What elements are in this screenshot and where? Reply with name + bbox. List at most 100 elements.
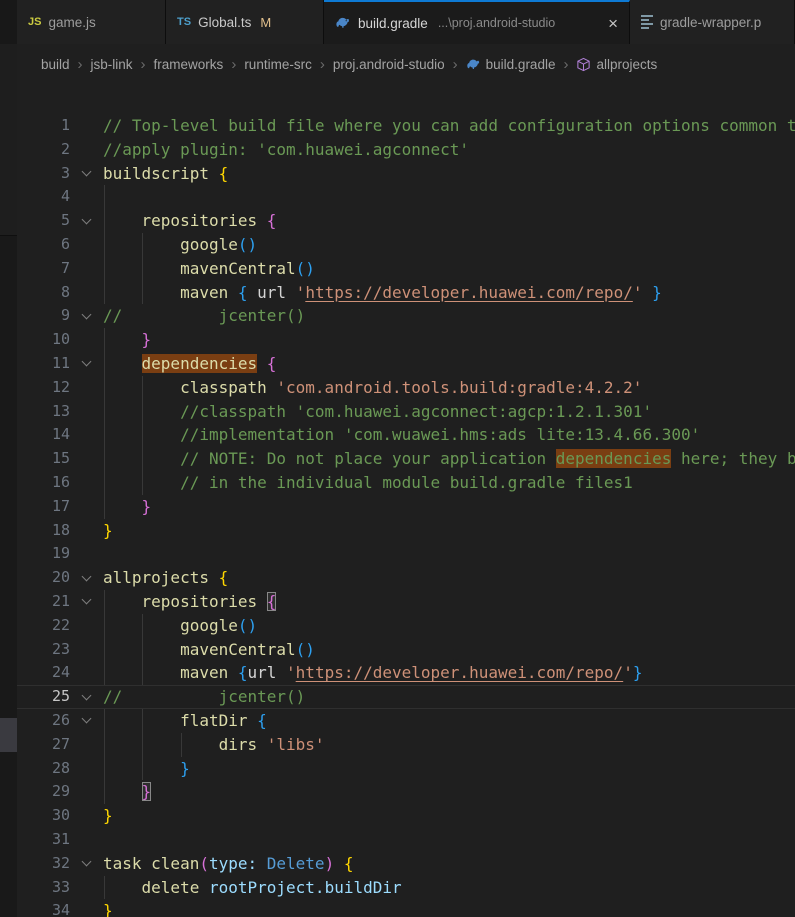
line-number[interactable]: 14 — [17, 423, 70, 447]
code-text[interactable]: } — [103, 756, 795, 781]
code-line[interactable]: 21 repositories { — [17, 589, 795, 614]
code-text[interactable]: } — [103, 899, 795, 917]
close-icon[interactable]: × — [608, 15, 618, 32]
code-line[interactable]: 4 — [17, 185, 795, 210]
code-text[interactable]: //apply plugin: 'com.huawei.agconnect' — [103, 138, 795, 162]
code-text[interactable]: mavenCentral() — [103, 637, 795, 662]
code-line[interactable]: 5 repositories { — [17, 209, 795, 233]
code-line[interactable]: 10 } — [17, 328, 795, 352]
code-text[interactable]: maven {url 'https://developer.huawei.com… — [103, 661, 795, 686]
line-number[interactable]: 3 — [17, 162, 70, 186]
line-number[interactable]: 32 — [17, 852, 70, 876]
line-number[interactable]: 11 — [17, 352, 70, 376]
tab-gradle-wrapper[interactable]: gradle-wrapper.p — [630, 0, 795, 44]
tab-build-gradle[interactable]: build.gradle ...\proj.android-studio × — [324, 0, 630, 44]
code-text[interactable] — [103, 828, 795, 852]
fold-chevron-icon[interactable] — [70, 590, 103, 614]
fold-chevron-icon[interactable] — [70, 685, 103, 709]
fold-chevron-icon[interactable] — [70, 566, 103, 590]
code-line[interactable]: 33 delete rootProject.buildDir — [17, 875, 795, 900]
code-line[interactable]: 9 // jcenter() — [17, 304, 795, 328]
line-number[interactable]: 7 — [17, 257, 70, 281]
line-number[interactable]: 29 — [17, 780, 70, 804]
code-text[interactable]: // Top-level build file where you can ad… — [103, 114, 795, 138]
line-number[interactable]: 21 — [17, 590, 70, 614]
fold-chevron-icon[interactable] — [70, 709, 103, 733]
code-text[interactable]: } — [103, 780, 795, 805]
code-text[interactable]: // NOTE: Do not place your application d… — [103, 447, 795, 471]
fold-chevron-icon[interactable] — [70, 162, 103, 186]
breadcrumb-item-file[interactable]: build.gradle — [466, 57, 555, 72]
code-text[interactable]: //classpath 'com.huawei.agconnect:agcp:1… — [103, 399, 795, 424]
code-line[interactable]: 28 } — [17, 756, 795, 781]
code-line[interactable]: 23 mavenCentral() — [17, 637, 795, 662]
code-text[interactable]: // in the individual module build.gradle… — [103, 470, 795, 495]
code-text[interactable]: classpath 'com.android.tools.build:gradl… — [103, 375, 795, 400]
line-number[interactable]: 18 — [17, 519, 70, 543]
code-line[interactable]: 27 dirs 'libs' — [17, 732, 795, 757]
code-line[interactable]: 24 maven {url 'https://developer.huawei.… — [17, 661, 795, 686]
left-panel-scrollbar-thumb[interactable] — [0, 718, 17, 752]
code-text[interactable]: repositories { — [103, 589, 795, 614]
line-number[interactable]: 8 — [17, 281, 70, 305]
line-number[interactable]: 15 — [17, 447, 70, 471]
breadcrumb-item[interactable]: jsb-link — [91, 57, 133, 72]
code-line[interactable]: 11 dependencies { — [17, 351, 795, 376]
line-number[interactable]: 1 — [17, 114, 70, 138]
line-number[interactable]: 5 — [17, 209, 70, 233]
line-number[interactable]: 22 — [17, 614, 70, 638]
code-line[interactable]: 31 — [17, 828, 795, 852]
line-number[interactable]: 10 — [17, 328, 70, 352]
line-number[interactable]: 16 — [17, 471, 70, 495]
code-line[interactable]: 26 flatDir { — [17, 708, 795, 733]
breadcrumb-item[interactable]: frameworks — [154, 57, 224, 72]
code-text[interactable]: google() — [103, 613, 795, 638]
code-text[interactable] — [103, 185, 795, 210]
code-text[interactable]: // jcenter() — [103, 304, 795, 328]
code-line[interactable]: 19 — [17, 542, 795, 566]
code-text[interactable]: // jcenter() — [103, 685, 795, 709]
tab-game-js[interactable]: JS game.js — [17, 0, 166, 44]
code-text[interactable]: repositories { — [103, 209, 795, 233]
line-number[interactable]: 31 — [17, 828, 70, 852]
fold-chevron-icon[interactable] — [70, 209, 103, 233]
line-number[interactable]: 26 — [17, 709, 70, 733]
line-number[interactable]: 30 — [17, 804, 70, 828]
code-line[interactable]: 29 } — [17, 780, 795, 805]
code-line[interactable]: 3 buildscript { — [17, 162, 795, 186]
code-line[interactable]: 22 google() — [17, 613, 795, 638]
line-number[interactable]: 2 — [17, 138, 70, 162]
code-text[interactable]: task clean(type: Delete) { — [103, 852, 795, 876]
fold-chevron-icon[interactable] — [70, 352, 103, 376]
code-line[interactable]: 17 } — [17, 494, 795, 519]
code-text[interactable]: maven { url 'https://developer.huawei.co… — [103, 280, 795, 305]
breadcrumb-item[interactable]: build — [41, 57, 70, 72]
line-number[interactable]: 20 — [17, 566, 70, 590]
fold-chevron-icon[interactable] — [70, 304, 103, 328]
code-text[interactable]: delete rootProject.buildDir — [103, 875, 795, 900]
code-text[interactable]: buildscript { — [103, 162, 795, 186]
code-line[interactable]: 30} — [17, 804, 795, 828]
code-line[interactable]: 14 //implementation 'com.wuawei.hms:ads … — [17, 423, 795, 448]
line-number[interactable]: 25 — [17, 685, 70, 709]
line-number[interactable]: 33 — [17, 876, 70, 900]
code-line[interactable]: 1 // Top-level build file where you can a… — [17, 114, 795, 138]
code-text[interactable]: //implementation 'com.wuawei.hms:ads lit… — [103, 423, 795, 448]
code-text[interactable]: dirs 'libs' — [103, 732, 795, 757]
code-text[interactable]: } — [103, 328, 795, 352]
line-number[interactable]: 34 — [17, 899, 70, 917]
tab-global-ts[interactable]: TS Global.ts M — [166, 0, 324, 44]
line-number[interactable]: 9 — [17, 304, 70, 328]
line-number[interactable]: 23 — [17, 638, 70, 662]
code-line[interactable]: 25 // jcenter() — [17, 685, 795, 709]
code-text[interactable]: google() — [103, 232, 795, 257]
fold-chevron-icon[interactable] — [70, 852, 103, 876]
code-line[interactable]: 8 maven { url 'https://developer.huawei.… — [17, 280, 795, 305]
line-number[interactable]: 12 — [17, 376, 70, 400]
line-number[interactable]: 17 — [17, 495, 70, 519]
line-number[interactable]: 24 — [17, 661, 70, 685]
code-line[interactable]: 18} — [17, 519, 795, 543]
code-text[interactable]: } — [103, 804, 795, 828]
code-line[interactable]: 13 //classpath 'com.huawei.agconnect:agc… — [17, 399, 795, 424]
code-text[interactable]: } — [103, 519, 795, 543]
